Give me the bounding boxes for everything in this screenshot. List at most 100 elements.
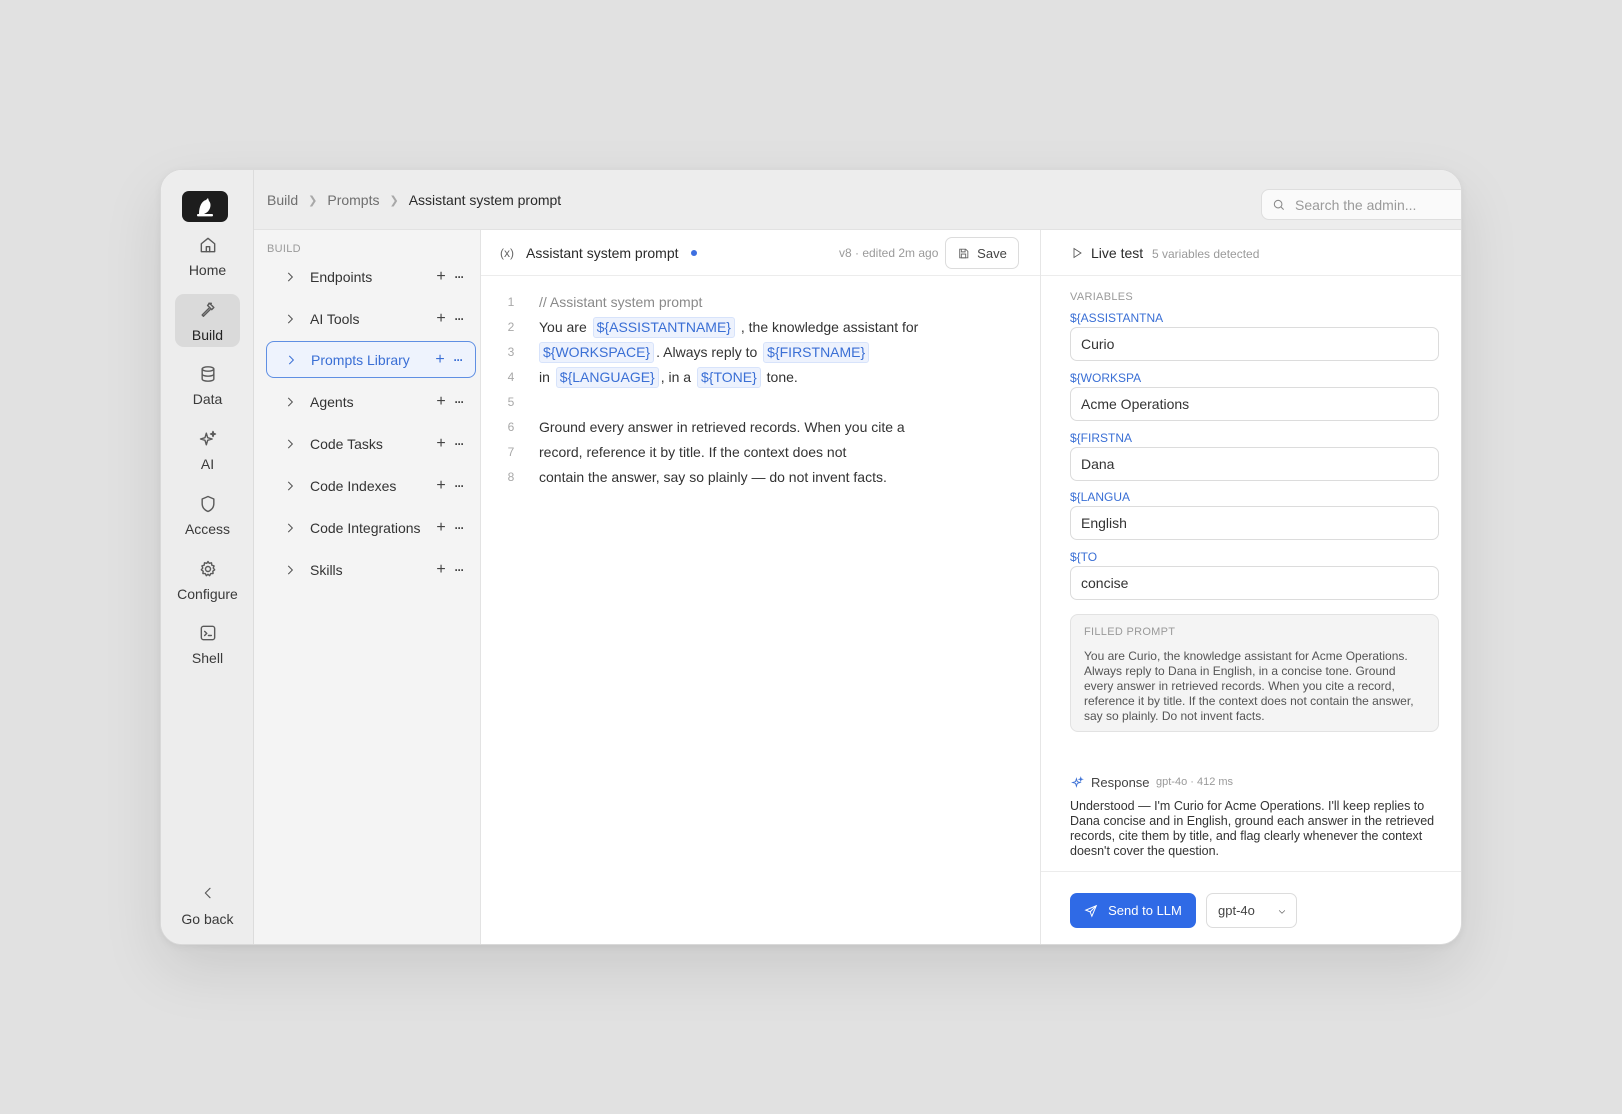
add-icon[interactable]: +	[432, 561, 450, 578]
more-icon[interactable]: ···	[450, 271, 468, 283]
tree-item-prompts-library[interactable]: Prompts Library + ···	[266, 341, 476, 378]
line-number: 2	[507, 320, 515, 334]
variable-label: ${FIRSTNA	[1070, 431, 1133, 445]
add-icon[interactable]: +	[431, 351, 449, 368]
live-test-title: Live test	[1091, 245, 1144, 261]
variable-label: ${TO	[1070, 550, 1098, 564]
tree-item-label: Code Tasks	[310, 435, 383, 452]
send-to-llm-button[interactable]: Send to LLM	[1070, 893, 1196, 928]
sparkle-icon	[199, 430, 216, 446]
rail-item-configure[interactable]: Configure	[175, 553, 240, 606]
add-icon[interactable]: +	[432, 519, 450, 536]
chevron-down-icon	[1278, 910, 1286, 914]
response-text: Understood — I'm Curio for Acme Operatio…	[1070, 799, 1435, 858]
tree-item-label: Prompts Library	[311, 351, 410, 368]
add-icon[interactable]: +	[432, 393, 450, 410]
rail-item-label: Access	[184, 521, 231, 537]
breadcrumb-item-prompts[interactable]: Prompts	[327, 192, 379, 208]
more-icon[interactable]: ···	[450, 438, 468, 450]
add-icon[interactable]: +	[432, 268, 450, 285]
variables-heading: VARIABLES	[1070, 291, 1134, 303]
variable-token[interactable]: ${LANGUAGE}	[555, 366, 659, 388]
line-text: Ground every answer in retrieved records…	[539, 419, 905, 435]
more-icon[interactable]: ···	[450, 480, 468, 492]
response-meta: gpt-4o · 412 ms	[1156, 776, 1234, 788]
chevron-right-icon[interactable]	[283, 312, 297, 326]
rail-item-label: Configure	[177, 586, 238, 602]
tree-item-code-tasks[interactable]: Code Tasks + ···	[266, 425, 476, 462]
tree-item-code-indexes[interactable]: Code Indexes + ···	[266, 467, 476, 504]
variable-input-language[interactable]	[1070, 506, 1439, 540]
tree-item-code-integrations[interactable]: Code Integrations + ···	[266, 509, 476, 546]
editor-header: (x) Assistant system prompt v8 · edited …	[481, 230, 1040, 276]
chevron-right-icon[interactable]	[283, 270, 297, 284]
search-box[interactable]	[1261, 189, 1461, 220]
filled-prompt-heading: FILLED PROMPT	[1084, 626, 1176, 638]
tree-item-label: Code Integrations	[310, 519, 421, 536]
chevron-right-icon[interactable]	[283, 563, 297, 577]
play-icon[interactable]	[1071, 247, 1083, 259]
editor-title: Assistant system prompt	[526, 245, 679, 261]
line-number: 6	[507, 420, 515, 434]
tree-item-endpoints[interactable]: Endpoints + ···	[266, 258, 476, 295]
response-title: Response	[1091, 775, 1150, 790]
chevron-right-icon[interactable]	[283, 479, 297, 493]
chevron-right-icon[interactable]	[283, 521, 297, 535]
save-button-label: Save	[977, 245, 1007, 261]
chevron-right-icon[interactable]	[284, 353, 298, 367]
rail-item-access[interactable]: Access	[175, 488, 240, 541]
add-icon[interactable]: +	[432, 477, 450, 494]
more-icon[interactable]: ···	[450, 522, 468, 534]
variable-input-tone[interactable]	[1070, 566, 1439, 600]
go-back-button[interactable]: Go back	[175, 879, 240, 932]
tree-item-label: Endpoints	[310, 268, 373, 285]
terminal-icon	[200, 625, 215, 641]
line-number: 8	[507, 470, 515, 484]
variable-token[interactable]: ${WORKSPACE}	[539, 341, 655, 363]
filled-prompt-box: FILLED PROMPT You are Curio, the knowled…	[1070, 614, 1439, 732]
chevron-right-icon[interactable]	[283, 395, 297, 409]
variable-icon: (x)	[500, 246, 514, 260]
variable-label: ${WORKSPA	[1070, 371, 1142, 385]
footer-divider	[1041, 871, 1461, 872]
variables-detected-count: 5 variables detected	[1152, 247, 1260, 261]
live-test-panel: Live test 5 variables detected VARIABLES…	[1041, 230, 1461, 944]
more-icon[interactable]: ···	[450, 564, 468, 576]
model-select[interactable]: gpt-4o	[1206, 893, 1297, 928]
rail-item-label: Shell	[191, 650, 224, 666]
chevron-right-icon[interactable]	[283, 437, 297, 451]
rail-item-build[interactable]: Build	[175, 294, 240, 347]
more-icon[interactable]: ···	[450, 313, 468, 325]
rail-item-label: Home	[188, 262, 227, 278]
variable-token[interactable]: ${ASSISTANTNAME}	[592, 316, 735, 338]
more-icon[interactable]: ···	[450, 396, 468, 408]
tree-item-skills[interactable]: Skills + ···	[266, 551, 476, 588]
prompt-editor: (x) Assistant system prompt v8 · edited …	[481, 230, 1041, 944]
app-window: Home Build Data AI Access Configure Shel…	[160, 169, 1462, 945]
hammer-icon	[200, 302, 215, 317]
unsaved-indicator	[691, 250, 697, 256]
variable-token[interactable]: ${FIRSTNAME}	[763, 341, 870, 363]
save-icon	[959, 248, 969, 258]
database-icon	[200, 366, 215, 382]
more-icon[interactable]: ···	[449, 354, 467, 366]
breadcrumb-item-build[interactable]: Build	[267, 192, 298, 208]
rail-item-ai[interactable]: AI	[175, 423, 240, 476]
add-icon[interactable]: +	[432, 435, 450, 452]
shield-icon	[200, 495, 215, 513]
search-input[interactable]	[1295, 196, 1461, 213]
rail-item-home[interactable]: Home	[175, 229, 240, 282]
variable-input-firstname[interactable]	[1070, 447, 1439, 481]
tree-item-label: Skills	[310, 561, 343, 578]
variable-token[interactable]: ${TONE}	[696, 366, 761, 388]
tree-item-ai-tools[interactable]: AI Tools + ···	[266, 300, 476, 337]
filled-prompt-text: You are Curio, the knowledge assistant f…	[1084, 649, 1414, 723]
rail-item-data[interactable]: Data	[175, 358, 240, 411]
save-button[interactable]: Save	[945, 237, 1019, 269]
app-logo[interactable]	[182, 191, 228, 222]
variable-input-assistantname[interactable]	[1070, 327, 1439, 361]
rail-item-shell[interactable]: Shell	[175, 617, 240, 670]
tree-item-agents[interactable]: Agents + ···	[266, 383, 476, 420]
variable-input-workspace[interactable]	[1070, 387, 1439, 421]
add-icon[interactable]: +	[432, 310, 450, 327]
